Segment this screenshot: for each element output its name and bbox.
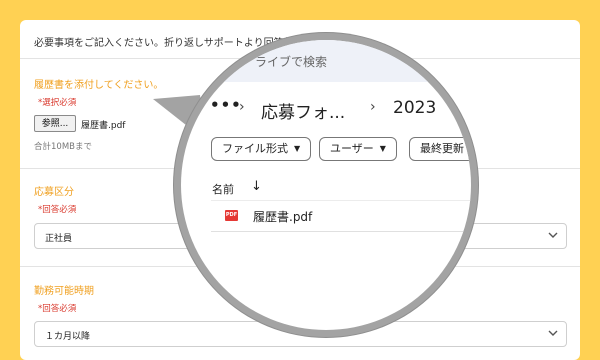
breadcrumb-separator: ›: [239, 99, 245, 115]
drive-search-placeholder: ライブで検索: [255, 55, 328, 69]
breadcrumb-folder[interactable]: 応募フォ...: [261, 98, 345, 123]
caret-down-icon: ▼: [379, 144, 386, 153]
breadcrumb-more-button[interactable]: •••: [210, 96, 242, 114]
filter-user-label: ユーザー: [330, 142, 374, 155]
filter-last-modified[interactable]: 最終更新: [409, 137, 471, 161]
drive-search-bar[interactable]: ライブで検索: [181, 40, 471, 82]
breadcrumb-subfolder[interactable]: 2023: [393, 98, 436, 118]
filter-last-modified-label: 最終更新: [420, 142, 464, 155]
filter-user[interactable]: ユーザー ▼: [319, 137, 397, 161]
caret-down-icon: ▼: [294, 144, 301, 153]
sort-arrow-icon[interactable]: ↓: [251, 179, 262, 194]
filter-file-type-label: ファイル形式: [222, 142, 288, 155]
pdf-file-icon: PDF: [225, 210, 238, 221]
divider: [211, 200, 471, 201]
column-header-name[interactable]: 名前: [212, 181, 234, 197]
breadcrumb-separator: ›: [370, 99, 376, 115]
magnifier-zoom: ライブで検索 ••• › 応募フォ... › 2023 ファイル形式 ▼ ユーザー…: [181, 40, 471, 330]
file-row-name[interactable]: 履歴書.pdf: [253, 208, 312, 225]
divider: [211, 231, 471, 232]
filter-file-type[interactable]: ファイル形式 ▼: [211, 137, 312, 161]
